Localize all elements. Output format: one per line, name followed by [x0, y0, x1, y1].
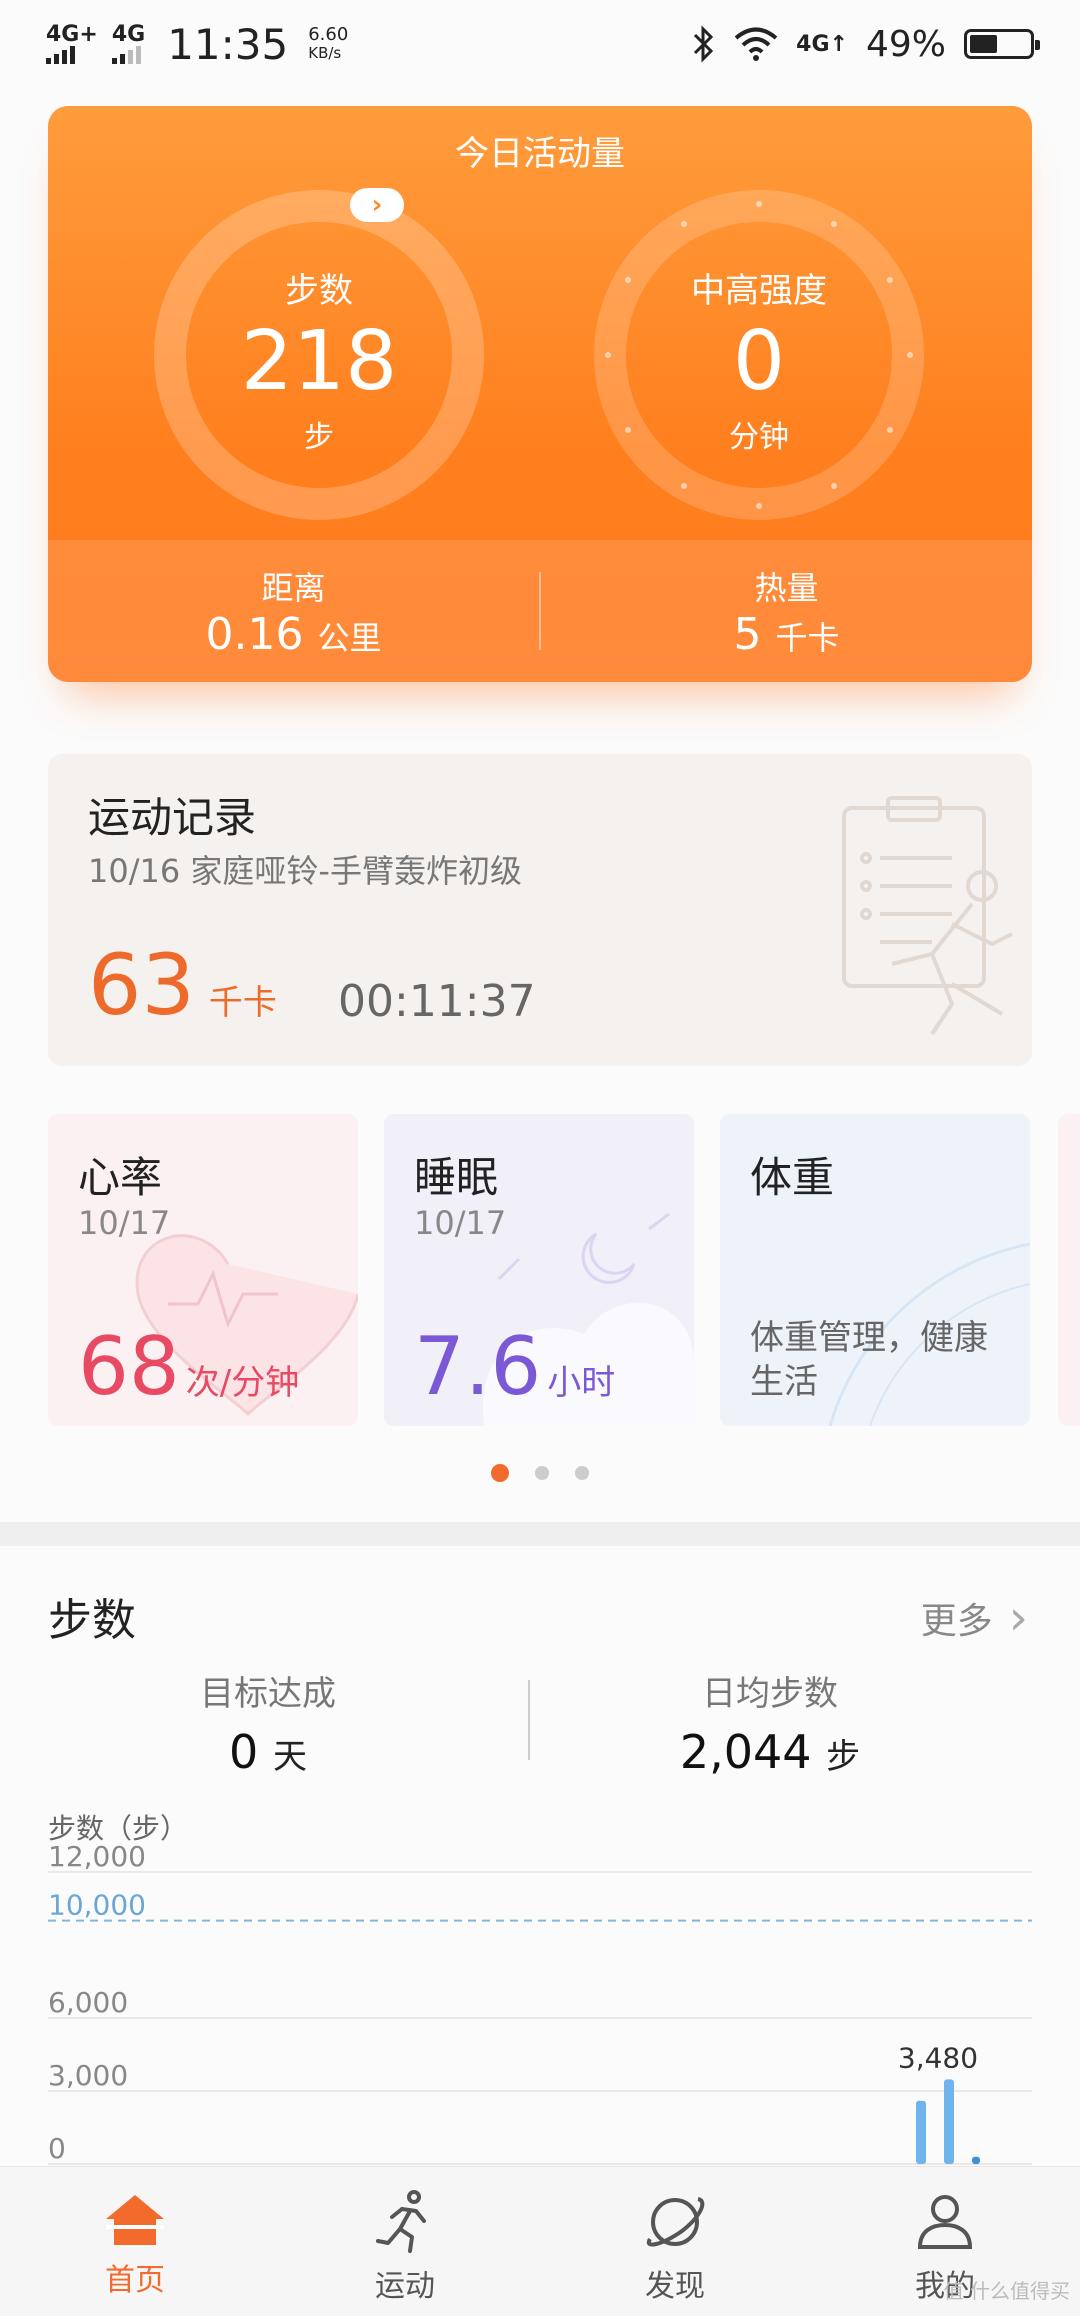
sleep-date: 10/17 [414, 1204, 507, 1242]
target-label: 10,000 [48, 1889, 146, 1922]
divider [528, 1680, 530, 1760]
network-type-3: 4G↑ [796, 31, 848, 57]
more-button[interactable]: 更多 › [921, 1592, 1028, 1644]
calories-value: 5 [733, 608, 762, 660]
average-steps-stat: 日均步数 2,044 步 [640, 1666, 900, 1779]
steps-ring[interactable]: 步数 218 步 [154, 190, 484, 520]
weight-title: 体重 [750, 1153, 835, 1202]
avg-unit: 步 [826, 1737, 861, 1777]
sleep-unit: 小时 [547, 1363, 616, 1403]
y-tick-label: 3,000 [48, 2059, 128, 2092]
pager-dot[interactable] [535, 1466, 549, 1480]
steps-value: 218 [240, 313, 398, 409]
user-icon [917, 2195, 973, 2249]
pager-dot[interactable] [575, 1466, 589, 1480]
distance-stat: 距离 0.16 公里 [48, 563, 539, 660]
heart-rate-card[interactable]: 心率 10/17 68 次/分钟 [48, 1114, 358, 1426]
goal-label: 目标达成 [200, 1674, 336, 1714]
next-card-peek[interactable] [1058, 1114, 1080, 1426]
chevron-right-icon[interactable]: › [350, 188, 404, 222]
calories-label: 热量 [754, 568, 819, 607]
weight-card[interactable]: 体重 体重管理，健康生活 [720, 1114, 1030, 1426]
goal-stat: 目标达成 0 天 [168, 1666, 368, 1779]
battery-percent: 49% [865, 23, 946, 65]
battery-icon [964, 29, 1040, 59]
record-title: 运动记录 [88, 793, 257, 842]
activity-title: 今日活动量 [455, 134, 625, 174]
chevron-right-icon: › [1008, 1590, 1028, 1646]
section-separator [0, 1522, 1080, 1546]
steps-unit: 步 [304, 419, 334, 455]
exercise-record-card[interactable]: 运动记录 10/16 家庭哑铃-手臂轰炸初级 63 千卡 00:11:37 [48, 754, 1032, 1066]
planet-icon [646, 2197, 705, 2247]
clock: 11:35 [167, 19, 289, 69]
y-tick-label: 0 [48, 2132, 66, 2165]
calories-stat: 热量 5 千卡 [541, 563, 1032, 660]
dotted-ring-decoration [605, 201, 913, 509]
record-subtitle: 10/16 家庭哑铃-手臂轰炸初级 [88, 852, 522, 890]
carousel-pager [0, 1464, 1080, 1482]
heart-title: 心率 [78, 1153, 163, 1202]
more-label: 更多 [920, 1601, 993, 1642]
steps-label: 步数 [285, 270, 353, 311]
sleep-card[interactable]: 睡眠 10/17 7.6 小时 [384, 1114, 694, 1426]
avg-label: 日均步数 [702, 1674, 838, 1714]
nav-home-label: 首页 [105, 2263, 165, 2298]
calories-unit: 千卡 [775, 618, 840, 657]
intensity-ring[interactable]: 中高强度 0 分钟 [594, 190, 924, 520]
today-activity-card[interactable]: 今日活动量 步数 218 步 › 中高强度 0 分钟 距离 0.16 公里 热量… [48, 106, 1032, 682]
goal-unit: 天 [272, 1737, 307, 1777]
sleep-title: 睡眠 [414, 1153, 499, 1202]
distance-value: 0.16 [205, 608, 304, 660]
chart-bar[interactable] [944, 2079, 954, 2164]
network-type-2: 4G [111, 22, 146, 47]
heart-value: 68 [78, 1320, 180, 1413]
record-kcal: 63 [88, 936, 195, 1034]
record-kcal-unit: 千卡 [208, 983, 277, 1023]
nav-discover-label: 发现 [645, 2269, 705, 2304]
activity-summary: 距离 0.16 公里 热量 5 千卡 [48, 540, 1032, 682]
running-icon [376, 2190, 426, 2253]
wifi-icon [734, 27, 778, 61]
heart-date: 10/17 [78, 1204, 171, 1242]
bottom-nav: 首页 运动 发现 我的 [0, 2166, 1080, 2316]
distance-unit: 公里 [317, 618, 382, 657]
pager-dot-active[interactable] [491, 1464, 509, 1482]
network-type: 4G+ [46, 22, 98, 47]
y-tick-label: 12,000 [48, 1840, 146, 1873]
goal-value: 0 [229, 1725, 259, 1779]
nav-exercise[interactable]: 运动 [270, 2167, 540, 2316]
steps-chart[interactable]: 步数（步） 03,0006,00010,00012,000 3,480 [0, 1800, 1080, 2166]
home-icon [106, 2195, 164, 2245]
heart-unit: 次/分钟 [185, 1363, 300, 1403]
chart-bar[interactable] [972, 2156, 980, 2164]
network-speed: 6.60 KB/s [308, 24, 349, 63]
peak-data-label: 3,480 [898, 2041, 978, 2074]
sleep-value: 7.6 [414, 1320, 542, 1413]
weight-desc: 体重管理，健康生活 [750, 1318, 988, 1402]
nav-exercise-label: 运动 [375, 2269, 435, 2304]
avg-value: 2,044 [679, 1725, 812, 1779]
signal-icon: 4G+ [46, 24, 98, 64]
signal-icon-2: 4G [111, 22, 146, 64]
clipboard-runner-icon [842, 796, 1013, 1036]
nav-discover[interactable]: 发现 [540, 2167, 810, 2316]
chart-bar[interactable] [916, 2100, 926, 2164]
y-tick-label: 6,000 [48, 1986, 128, 2019]
status-bar: 4G+ 4G 11:35 6.60 KB/s 4G↑ 49% [0, 0, 1080, 88]
watermark: 值 什么值得买 [943, 2279, 1070, 2303]
steps-section-title: 步数 [48, 1595, 136, 1646]
record-duration: 00:11:37 [338, 976, 536, 1027]
nav-home[interactable]: 首页 [0, 2167, 270, 2316]
distance-label: 距离 [261, 568, 326, 607]
bluetooth-icon [694, 25, 714, 63]
